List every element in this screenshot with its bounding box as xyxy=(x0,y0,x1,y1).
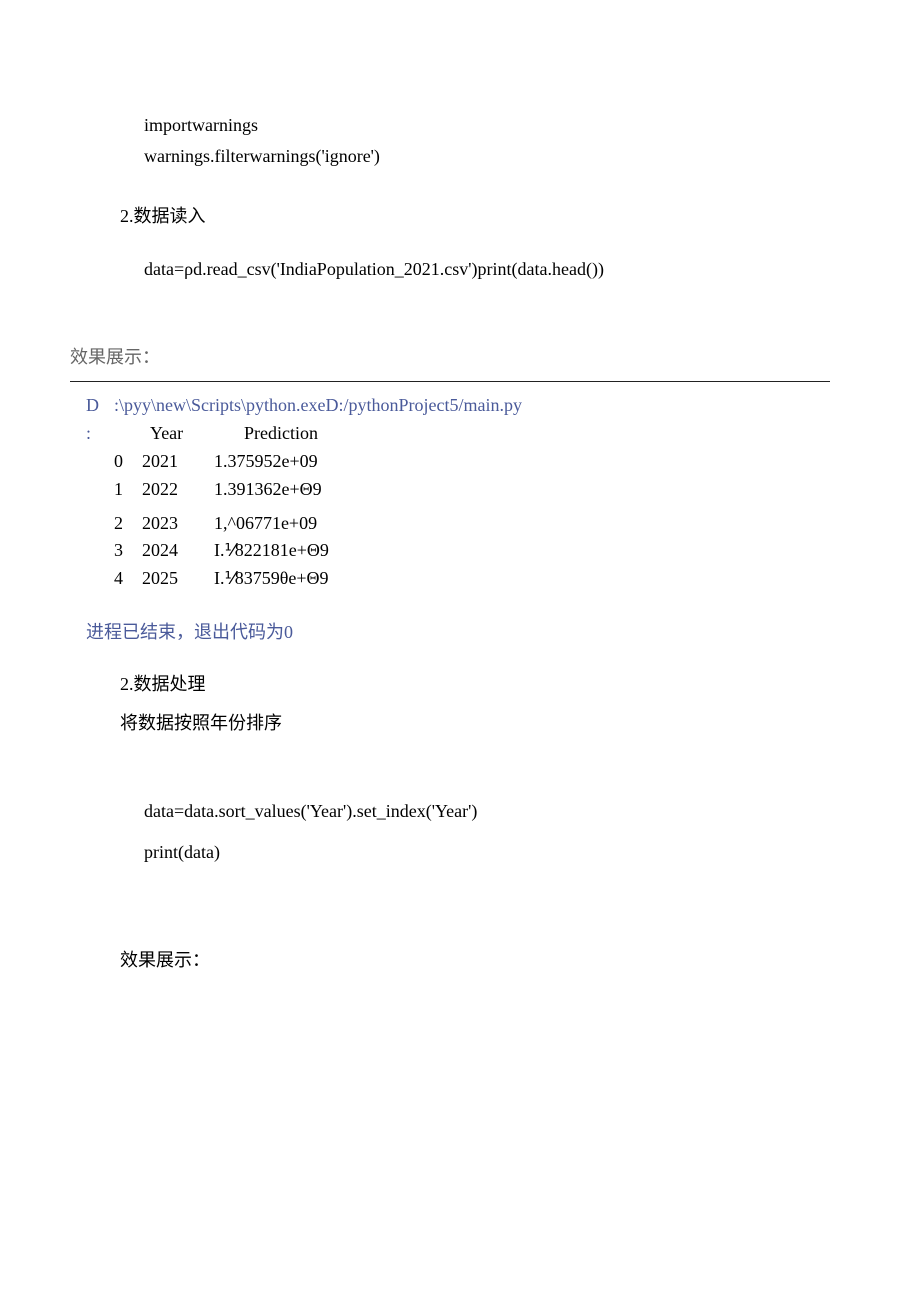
table-row: 2 2023 1,^06771e+09 xyxy=(86,510,850,538)
row-prediction: I.⅟83759θe+Θ9 xyxy=(214,565,850,593)
row-index: 0 xyxy=(114,448,142,476)
row-index: 2 xyxy=(114,510,142,538)
console-header-year: Year xyxy=(142,420,214,448)
console-exit-line: 进程已结束，退出代码为0 xyxy=(86,619,850,647)
row-year: 2023 xyxy=(142,510,214,538)
row-year: 2025 xyxy=(142,565,214,593)
row-prediction: 1,^06771e+09 xyxy=(214,510,850,538)
table-row: 1 2022 1.391362e+Θ9 xyxy=(86,476,850,504)
code-line: data=data.sort_values('Year').set_index(… xyxy=(144,796,850,827)
table-row: 0 2021 1.375952e+09 xyxy=(86,448,850,476)
table-row: 3 2024 I.⅟822181e+Θ9 xyxy=(86,537,850,565)
row-year: 2021 xyxy=(142,448,214,476)
code-line: warnings.filterwarnings('ignore') xyxy=(144,141,850,172)
section-1-title: 2.数据读入 xyxy=(70,201,850,232)
row-prediction: 1.391362e+Θ9 xyxy=(214,476,850,504)
section-2-subtitle: 将数据按照年份排序 xyxy=(70,708,850,739)
divider xyxy=(70,381,830,382)
console-header-prediction: Prediction xyxy=(214,420,850,448)
code-block-2: data=data.sort_values('Year').set_index(… xyxy=(70,796,850,867)
code-line: importwarnings xyxy=(144,110,850,141)
console-path: :\pyy\new\Scripts\python.exeD:/pythonPro… xyxy=(114,392,522,420)
row-prediction: 1.375952e+09 xyxy=(214,448,850,476)
result-label-2: 效果展示： xyxy=(70,945,850,976)
row-year: 2024 xyxy=(142,537,214,565)
result-label: 效果展示： xyxy=(70,342,850,373)
console-output: D :\pyy\new\Scripts\python.exeD:/pythonP… xyxy=(70,392,850,647)
section-1-code: data=ρd.read_csv('IndiaPopulation_2021.c… xyxy=(70,254,850,285)
section-2-title: 2.数据处理 xyxy=(70,669,850,700)
row-index: 1 xyxy=(114,476,142,504)
code-line: print(data) xyxy=(144,837,850,868)
console-d-marker: D xyxy=(86,392,114,420)
code-block-1: importwarnings warnings.filterwarnings('… xyxy=(70,110,850,171)
row-index: 3 xyxy=(114,537,142,565)
row-prediction: I.⅟822181e+Θ9 xyxy=(214,537,850,565)
row-index: 4 xyxy=(114,565,142,593)
table-row: 4 2025 I.⅟83759θe+Θ9 xyxy=(86,565,850,593)
console-colon: : xyxy=(86,420,114,448)
row-year: 2022 xyxy=(142,476,214,504)
